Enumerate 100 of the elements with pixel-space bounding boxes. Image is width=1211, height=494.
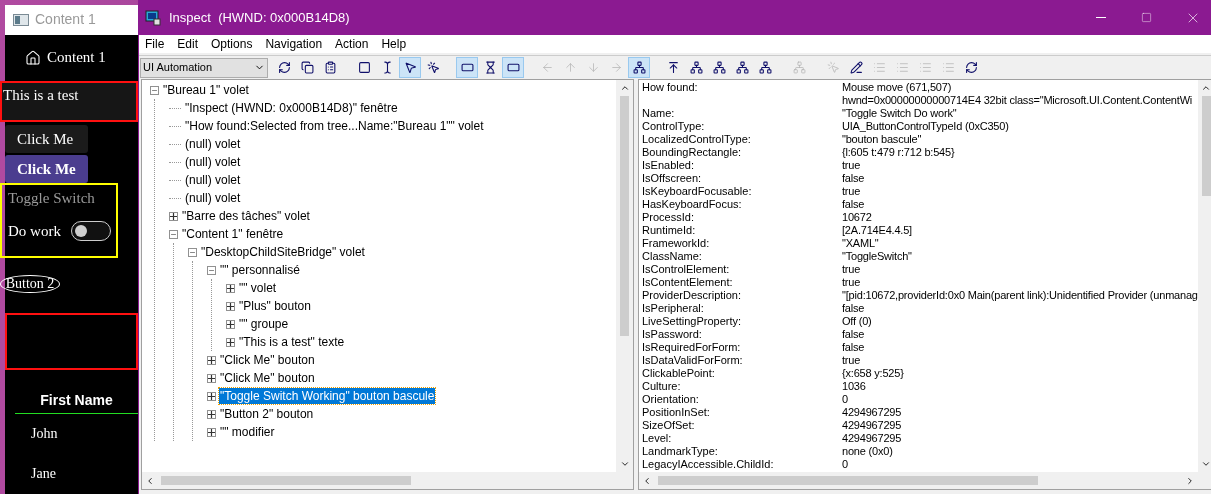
menu-item[interactable]: Action: [335, 35, 369, 53]
tree-item[interactable]: "Button 2" bouton: [219, 406, 315, 422]
menu-item[interactable]: Navigation: [265, 35, 323, 53]
toggle-label: Do work: [8, 221, 61, 241]
tree-item[interactable]: "Click Me" bouton: [219, 352, 316, 368]
window-title: Content 1: [35, 10, 96, 30]
scroll-thumb[interactable]: [1201, 96, 1211, 196]
property-value: {x:658 y:525}: [842, 367, 904, 380]
collapse-icon[interactable]: [169, 229, 178, 239]
expand-icon[interactable]: [207, 427, 216, 437]
property-value: "bouton bascule": [842, 133, 922, 146]
tree-item[interactable]: (null) volet: [184, 172, 242, 188]
property-name: LegacyIAccessible.ChildId:: [642, 458, 774, 470]
property-value: 4294967295: [842, 432, 902, 445]
horizontal-scrollbar[interactable]: [639, 472, 1211, 489]
property-name: IsKeyboardFocusable:: [642, 185, 752, 197]
tree-item[interactable]: "Barre des tâches" volet: [181, 208, 311, 224]
property-name: SizeOfSet:: [642, 419, 695, 431]
expand-icon[interactable]: [226, 301, 235, 311]
app-icon: [145, 9, 161, 26]
menu-item[interactable]: Edit: [177, 35, 199, 53]
expand-icon[interactable]: [207, 409, 216, 419]
vertical-scrollbar[interactable]: [616, 80, 633, 472]
maximize-icon: [1141, 12, 1153, 23]
scroll-thumb[interactable]: [161, 476, 411, 485]
tree-item[interactable]: "Inspect (HWND: 0x000B14D8)" fenêtre: [184, 100, 399, 116]
property-name: IsOffscreen:: [642, 172, 702, 184]
tree-item[interactable]: (null) volet: [184, 136, 242, 152]
menu-item[interactable]: File: [145, 35, 165, 53]
property-name: HasKeyboardFocus:: [642, 198, 742, 210]
property-name: Name:: [642, 107, 675, 119]
expand-icon[interactable]: [169, 211, 178, 221]
property-value: false: [842, 198, 865, 211]
property-name: IsDataValidForForm:: [642, 354, 743, 366]
scroll-thumb[interactable]: [658, 476, 1038, 485]
property-value: false: [842, 341, 865, 354]
expand-icon[interactable]: [207, 355, 216, 365]
expand-icon[interactable]: [226, 337, 235, 347]
property-value: 10672: [842, 211, 872, 224]
property-value: true: [842, 159, 861, 172]
property-value: false: [842, 172, 865, 185]
chevron-left-icon[interactable]: [145, 475, 155, 486]
property-value: false: [842, 328, 865, 341]
property-value: true: [842, 354, 861, 367]
property-value: Off (0): [842, 315, 872, 328]
tree-item[interactable]: (null) volet: [184, 190, 242, 206]
menu-item[interactable]: Help: [381, 35, 407, 53]
expand-icon[interactable]: [207, 391, 216, 401]
tree-item[interactable]: "Click Me" bouton: [219, 370, 316, 386]
collapse-icon[interactable]: [150, 85, 159, 95]
chevron-up-icon[interactable]: [1201, 83, 1211, 93]
property-name: Culture:: [642, 380, 681, 392]
property-value: 1036: [842, 380, 866, 393]
window-title: Inspect (HWND: 0x000B14D8): [169, 8, 350, 27]
mode-dropdown[interactable]: UI Automation: [140, 57, 268, 78]
click-button[interactable]: Click Me: [5, 125, 88, 154]
property-name: BoundingRectangle:: [642, 146, 742, 158]
tree-item[interactable]: "Plus" bouton: [238, 298, 312, 314]
tree-item[interactable]: "" groupe: [238, 316, 290, 332]
property-name: LiveSettingProperty:: [642, 315, 742, 327]
tree-item[interactable]: "Bureau 1" volet: [162, 82, 250, 98]
property-name: IsControlElement:: [642, 263, 730, 275]
chevron-down-icon[interactable]: [1201, 459, 1211, 469]
scroll-thumb[interactable]: [620, 96, 629, 336]
property-name: ProcessId:: [642, 211, 694, 223]
home-icon: [25, 49, 41, 66]
nav-item[interactable]: Content 1: [5, 34, 138, 81]
tree-item[interactable]: "This is a test" texte: [238, 334, 346, 350]
expand-icon[interactable]: [226, 283, 235, 293]
chevron-up-icon[interactable]: [619, 83, 630, 93]
tree-item[interactable]: (null) volet: [184, 154, 242, 170]
property-name: FrameworkId:: [642, 237, 710, 249]
property-value: 4294967295: [842, 419, 902, 432]
table-cell-text: John: [31, 425, 58, 444]
vertical-scrollbar[interactable]: [1197, 80, 1211, 472]
property-value: {l:605 t:479 r:712 b:545}: [842, 146, 955, 159]
chevron-down-icon[interactable]: [619, 459, 630, 469]
click-button[interactable]: Click Me: [5, 155, 88, 184]
expand-icon[interactable]: [226, 319, 235, 329]
tree-item[interactable]: "" modifier: [219, 424, 276, 440]
property-value: false: [842, 302, 865, 315]
property-name: RuntimeId:: [642, 224, 696, 236]
property-name: IsContentElement:: [642, 276, 733, 288]
collapse-icon[interactable]: [207, 265, 216, 275]
collapse-icon[interactable]: [188, 247, 197, 257]
property-name: IsRequiredForForm:: [642, 341, 741, 353]
tree-item[interactable]: "Content 1" fenêtre: [181, 226, 285, 242]
toggle-switch[interactable]: [70, 220, 111, 241]
tree-item[interactable]: "Toggle Switch Working" bouton bascule: [219, 388, 436, 404]
property-name: PositionInSet:: [642, 406, 710, 418]
menu-item[interactable]: Options: [211, 35, 253, 53]
toggle-header: Toggle Switch: [8, 189, 96, 209]
tree-item[interactable]: "" personnalisé: [219, 262, 301, 278]
chevron-left-icon[interactable]: [642, 475, 652, 486]
expand-icon[interactable]: [207, 373, 216, 383]
tree-item[interactable]: "DesktopChildSiteBridge" volet: [200, 244, 366, 260]
tree-item[interactable]: "" volet: [238, 280, 278, 296]
tree-item[interactable]: "How found:Selected from tree...Name:"Bureau 1"" volet: [184, 118, 485, 134]
property-value: true: [842, 185, 861, 198]
horizontal-scrollbar[interactable]: [142, 472, 633, 489]
